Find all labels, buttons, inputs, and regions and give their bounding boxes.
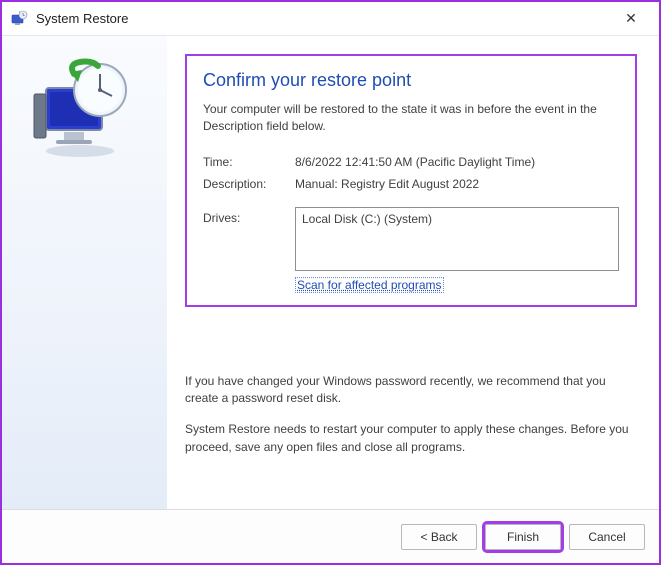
button-bar: < Back Finish Cancel xyxy=(2,509,659,563)
description-row: Description: Manual: Registry Edit Augus… xyxy=(203,177,619,191)
password-note: If you have changed your Windows passwor… xyxy=(185,373,637,408)
drives-row: Drives: Local Disk (C:) (System) xyxy=(203,207,619,271)
content-area: Confirm your restore point Your computer… xyxy=(167,36,659,509)
titlebar: System Restore ✕ xyxy=(2,2,659,36)
cancel-button[interactable]: Cancel xyxy=(569,524,645,550)
time-label: Time: xyxy=(203,155,295,169)
confirm-panel-highlight: Confirm your restore point Your computer… xyxy=(185,54,637,307)
time-row: Time: 8/6/2022 12:41:50 AM (Pacific Dayl… xyxy=(203,155,619,169)
time-value: 8/6/2022 12:41:50 AM (Pacific Daylight T… xyxy=(295,155,619,169)
back-button[interactable]: < Back xyxy=(401,524,477,550)
system-restore-window: System Restore ✕ xyxy=(0,0,661,565)
drives-list: Local Disk (C:) (System) xyxy=(295,207,619,271)
close-icon[interactable]: ✕ xyxy=(611,10,651,27)
page-heading: Confirm your restore point xyxy=(203,70,619,91)
restart-note: System Restore needs to restart your com… xyxy=(185,421,637,456)
dialog-body: Confirm your restore point Your computer… xyxy=(2,36,659,509)
description-label: Description: xyxy=(203,177,295,191)
drives-label: Drives: xyxy=(203,207,295,271)
restore-graphic-icon xyxy=(30,56,140,166)
window-title: System Restore xyxy=(36,11,611,26)
sidebar xyxy=(2,36,167,509)
scan-affected-programs-link[interactable]: Scan for affected programs xyxy=(295,277,444,293)
finish-button[interactable]: Finish xyxy=(485,524,561,550)
drive-item: Local Disk (C:) (System) xyxy=(302,212,612,226)
description-value: Manual: Registry Edit August 2022 xyxy=(295,177,619,191)
scan-link-row: Scan for affected programs xyxy=(203,277,619,293)
intro-text: Your computer will be restored to the st… xyxy=(203,101,619,135)
system-restore-icon xyxy=(10,10,28,28)
